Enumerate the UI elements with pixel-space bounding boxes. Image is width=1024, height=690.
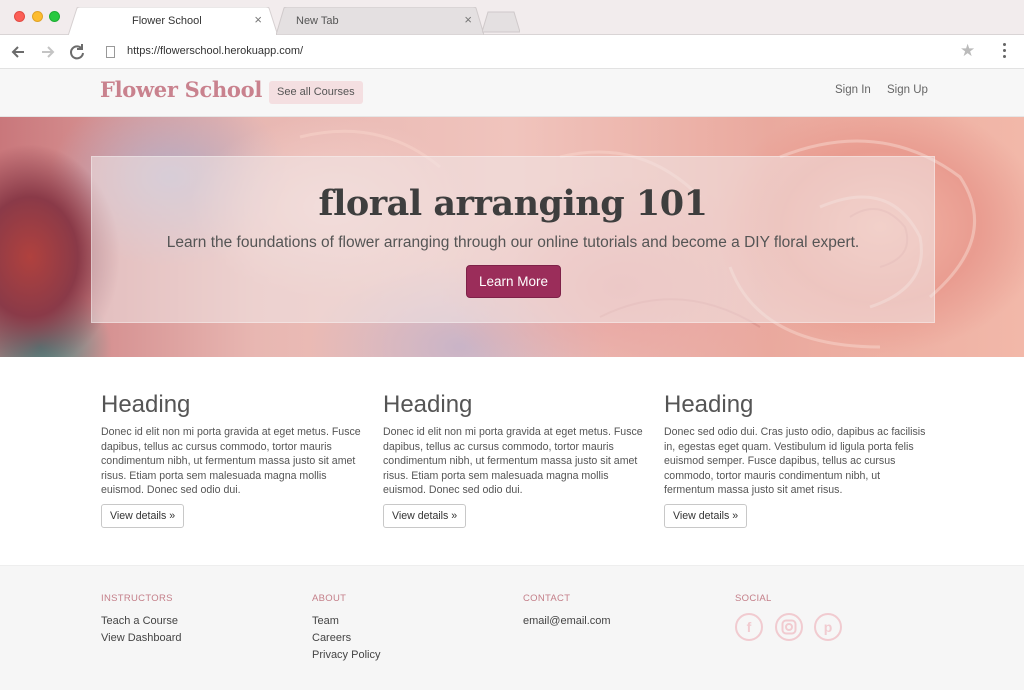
bookmark-star-icon[interactable]: ★ bbox=[960, 41, 975, 61]
learn-more-button[interactable]: Learn More bbox=[466, 265, 561, 298]
site-footer: INSTRUCTORS Teach a Course View Dashboar… bbox=[0, 565, 1024, 690]
footer-contact: CONTACT email@email.com bbox=[523, 593, 611, 630]
footer-heading: ABOUT bbox=[312, 593, 347, 604]
hero-subtitle: Learn the foundations of flower arrangin… bbox=[166, 234, 860, 251]
feature-heading: Heading bbox=[101, 391, 191, 418]
new-tab-button[interactable] bbox=[482, 7, 520, 36]
sign-in-link[interactable]: Sign In bbox=[835, 84, 871, 96]
view-details-button[interactable]: View details » bbox=[383, 504, 467, 528]
hero-title: floral arranging 101 bbox=[318, 183, 708, 224]
hero-banner: floral arranging 101 Learn the foundatio… bbox=[0, 117, 1024, 357]
team-link[interactable]: Team bbox=[312, 613, 380, 630]
forward-arrow-icon[interactable] bbox=[38, 42, 58, 62]
tab-title: Flower School bbox=[132, 15, 202, 27]
privacy-policy-link[interactable]: Privacy Policy bbox=[312, 647, 380, 664]
url-text[interactable]: https://flowerschool.herokuapp.com/ bbox=[127, 45, 303, 57]
feature-heading: Heading bbox=[383, 391, 473, 418]
view-dashboard-link[interactable]: View Dashboard bbox=[101, 630, 182, 647]
footer-heading: CONTACT bbox=[523, 593, 571, 604]
pinterest-icon[interactable]: p bbox=[814, 613, 842, 641]
browser-tab-strip: Flower School × New Tab × bbox=[0, 0, 1024, 36]
footer-about: ABOUT Team Careers Privacy Policy bbox=[312, 593, 380, 664]
minimize-window-button[interactable] bbox=[32, 11, 43, 22]
new-tab-shape bbox=[482, 11, 520, 33]
feature-column: Heading Donec id elit non mi porta gravi… bbox=[101, 391, 363, 528]
contact-email-link[interactable]: email@email.com bbox=[523, 613, 611, 630]
feature-text: Donec id elit non mi porta gravida at eg… bbox=[101, 426, 361, 497]
kebab-menu-icon[interactable] bbox=[998, 43, 1010, 61]
feature-text: Donec id elit non mi porta gravida at eg… bbox=[383, 426, 643, 497]
sign-up-link[interactable]: Sign Up bbox=[887, 84, 928, 96]
address-bar[interactable]: https://flowerschool.herokuapp.com/ bbox=[98, 40, 988, 64]
reload-icon[interactable] bbox=[67, 42, 87, 62]
see-all-courses-button[interactable]: See all Courses bbox=[269, 81, 363, 104]
site-navbar: Flower School See all Courses Sign In Si… bbox=[0, 69, 1024, 117]
feature-column: Heading Donec id elit non mi porta gravi… bbox=[383, 391, 645, 528]
tab-close-icon[interactable]: × bbox=[254, 13, 262, 26]
footer-heading: SOCIAL bbox=[735, 593, 772, 604]
footer-instructors: INSTRUCTORS Teach a Course View Dashboar… bbox=[101, 593, 182, 647]
footer-social: SOCIAL f p bbox=[735, 593, 842, 641]
feature-column: Heading Donec sed odio dui. Cras justo o… bbox=[664, 391, 926, 528]
facebook-icon[interactable]: f bbox=[735, 613, 763, 641]
hero-panel: floral arranging 101 Learn the foundatio… bbox=[91, 156, 935, 323]
instagram-icon[interactable] bbox=[775, 613, 803, 641]
back-arrow-icon[interactable] bbox=[8, 42, 28, 62]
feature-heading: Heading bbox=[664, 391, 754, 418]
close-window-button[interactable] bbox=[14, 11, 25, 22]
tab-title: New Tab bbox=[296, 15, 339, 27]
browser-toolbar: https://flowerschool.herokuapp.com/ ★ bbox=[0, 35, 1024, 69]
view-details-button[interactable]: View details » bbox=[664, 504, 748, 528]
footer-heading: INSTRUCTORS bbox=[101, 593, 173, 604]
feature-text: Donec sed odio dui. Cras justo odio, dap… bbox=[664, 426, 926, 497]
careers-link[interactable]: Careers bbox=[312, 630, 380, 647]
view-details-button[interactable]: View details » bbox=[101, 504, 185, 528]
brand-logo[interactable]: Flower School bbox=[100, 77, 262, 102]
tab-new-tab[interactable]: New Tab × bbox=[276, 7, 484, 36]
page-icon bbox=[106, 46, 115, 58]
tab-flower-school[interactable]: Flower School × bbox=[68, 7, 278, 36]
tab-close-icon[interactable]: × bbox=[464, 13, 472, 26]
maximize-window-button[interactable] bbox=[49, 11, 60, 22]
teach-a-course-link[interactable]: Teach a Course bbox=[101, 613, 182, 630]
